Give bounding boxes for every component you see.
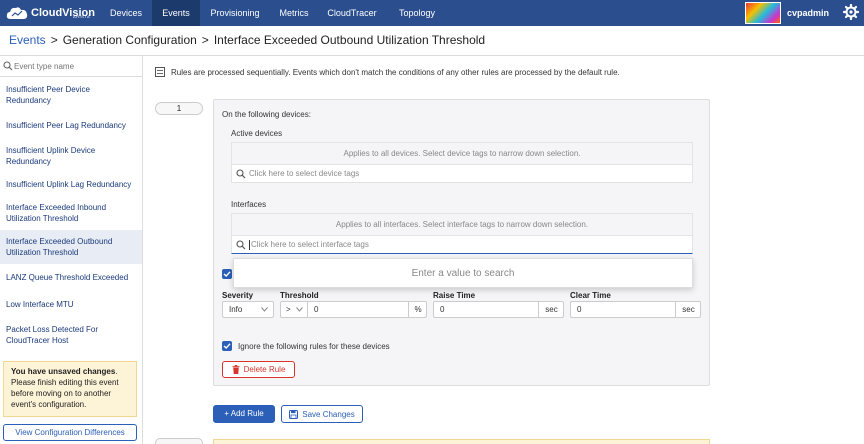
avatar[interactable] — [745, 2, 781, 24]
breadcrumb-events-link[interactable]: Events — [9, 33, 46, 47]
operator-divider — [307, 302, 308, 317]
check-icon — [223, 271, 231, 277]
default-rule-card — [213, 439, 710, 444]
sidebar: Insufficient Peer Device Redundancy Insu… — [0, 56, 143, 444]
raise-time-label: Raise Time — [433, 291, 476, 300]
severity-label: Severity — [222, 291, 254, 300]
sidebar-item-packet-loss-cloudtracer[interactable]: Packet Loss Detected For CloudTracer Hos… — [0, 318, 142, 352]
list-icon — [155, 67, 165, 77]
tab-devices[interactable]: Devices — [100, 0, 152, 26]
sidebar-item-insufficient-uplink-lag-redundancy[interactable]: Insufficient Uplink Lag Redundancy — [0, 173, 142, 196]
rule-number-badge[interactable]: 1 — [155, 102, 203, 115]
breadcrumb-separator: > — [50, 33, 58, 47]
breadcrumb: Events > Generation Configuration > Interfac… — [9, 33, 485, 47]
event-type-search-input[interactable] — [14, 59, 139, 74]
clear-time-value-input[interactable]: 0 — [577, 305, 581, 314]
delete-rule-label: Delete Rule — [243, 365, 286, 374]
unsaved-title: You have unsaved changes — [11, 367, 116, 376]
username[interactable]: cvpadmin — [787, 0, 829, 26]
delete-rule-button[interactable]: Delete Rule — [222, 361, 295, 378]
save-changes-label: Save Changes — [302, 409, 355, 419]
trash-icon — [232, 365, 240, 374]
unsaved-body: Please finish editing this event before … — [11, 378, 119, 409]
cloud-icon — [6, 7, 28, 19]
tab-provisioning[interactable]: Provisioning — [200, 0, 270, 26]
breadcrumb-page: Interface Exceeded Outbound Utilization … — [213, 33, 486, 47]
tab-events[interactable]: Events — [152, 0, 200, 26]
text-cursor — [249, 239, 250, 250]
clear-time-input-group: 0 sec — [570, 301, 701, 318]
save-icon — [289, 409, 299, 419]
sidebar-item-interface-outbound-utilization[interactable]: Interface Exceeded Outbound Utilization … — [0, 230, 142, 264]
severity-value: Info — [229, 305, 243, 314]
interface-tags-input[interactable]: Click here to select interface tags — [231, 235, 693, 254]
add-rule-button[interactable]: + Add Rule — [213, 405, 275, 423]
breadcrumb-separator: > — [201, 33, 209, 47]
top-nav: CloudVision ARISTA Devices Events Provis… — [0, 0, 864, 26]
tab-metrics[interactable]: Metrics — [270, 0, 318, 26]
ignore-rules-label[interactable]: Ignore the following rules for these dev… — [238, 342, 390, 351]
sidebar-item-interface-inbound-utilization[interactable]: Interface Exceeded Inbound Utilization T… — [0, 196, 142, 230]
threshold-unit: % — [408, 302, 427, 317]
sidebar-search — [0, 56, 142, 77]
ignore-rules-checkbox[interactable] — [222, 341, 232, 351]
threshold-operator[interactable]: > — [286, 302, 291, 317]
event-type-list: Insufficient Peer Device Redundancy Insu… — [0, 78, 142, 352]
view-config-differences-button[interactable]: View Configuration Differences — [3, 424, 137, 441]
search-icon — [236, 168, 246, 178]
severity-select[interactable]: Info — [222, 301, 274, 318]
rules-info-text: Rules are processed sequentially. Events… — [171, 67, 620, 77]
interfaces-label: Interfaces — [231, 200, 267, 209]
threshold-input-group: > 0 % — [280, 301, 427, 318]
rule-enabled-checkbox[interactable] — [222, 269, 232, 279]
device-tags-input[interactable]: Click here to select device tags — [231, 164, 693, 183]
chevron-down-icon[interactable] — [296, 307, 303, 312]
on-following-devices-label: On the following devices: — [222, 110, 311, 119]
check-icon — [223, 343, 231, 349]
gear-icon[interactable] — [843, 4, 859, 20]
sidebar-item-insufficient-uplink-device-redundancy[interactable]: Insufficient Uplink Device Redundancy — [0, 139, 142, 173]
interface-tags-hint: Applies to all interfaces. Select interf… — [231, 213, 693, 235]
breadcrumb-section: Generation Configuration — [62, 33, 197, 47]
threshold-label: Threshold — [280, 291, 319, 300]
sidebar-item-lanz-queue-threshold[interactable]: LANZ Queue Threshold Exceeded — [0, 264, 142, 291]
tab-cloudtracer[interactable]: CloudTracer — [318, 0, 386, 26]
chevron-down-icon — [261, 307, 268, 312]
cloudvision-logo[interactable]: CloudVision — [6, 4, 95, 22]
device-tags-hint: Applies to all devices. Select device ta… — [231, 142, 693, 164]
sidebar-item-insufficient-peer-lag-redundancy[interactable]: Insufficient Peer Lag Redundancy — [0, 112, 142, 139]
tab-topology[interactable]: Topology — [386, 0, 448, 26]
raise-time-input-group: 0 sec — [433, 301, 564, 318]
unsaved-changes-warning: You have unsaved changes. Please finish … — [3, 361, 137, 417]
clear-time-label: Clear Time — [570, 291, 611, 300]
interface-search-dropdown[interactable]: Enter a value to search — [233, 258, 693, 288]
save-changes-button[interactable]: Save Changes — [281, 405, 363, 423]
clear-time-unit: sec — [675, 302, 701, 317]
search-icon — [236, 239, 246, 249]
search-icon — [3, 61, 13, 71]
raise-time-value-input[interactable]: 0 — [440, 305, 444, 314]
threshold-value-input[interactable]: 0 — [314, 302, 318, 317]
sidebar-item-low-interface-mtu[interactable]: Low Interface MTU — [0, 291, 142, 318]
next-rule-badge[interactable] — [155, 438, 203, 444]
active-devices-label: Active devices — [231, 129, 283, 138]
raise-time-unit: sec — [538, 302, 564, 317]
interface-tags-placeholder: Click here to select interface tags — [251, 240, 369, 249]
sidebar-item-insufficient-peer-device-redundancy[interactable]: Insufficient Peer Device Redundancy — [0, 78, 142, 112]
logo-sub: ARISTA — [73, 14, 91, 19]
rules-info: Rules are processed sequentially. Events… — [155, 67, 620, 77]
device-tags-placeholder: Click here to select device tags — [249, 169, 360, 178]
